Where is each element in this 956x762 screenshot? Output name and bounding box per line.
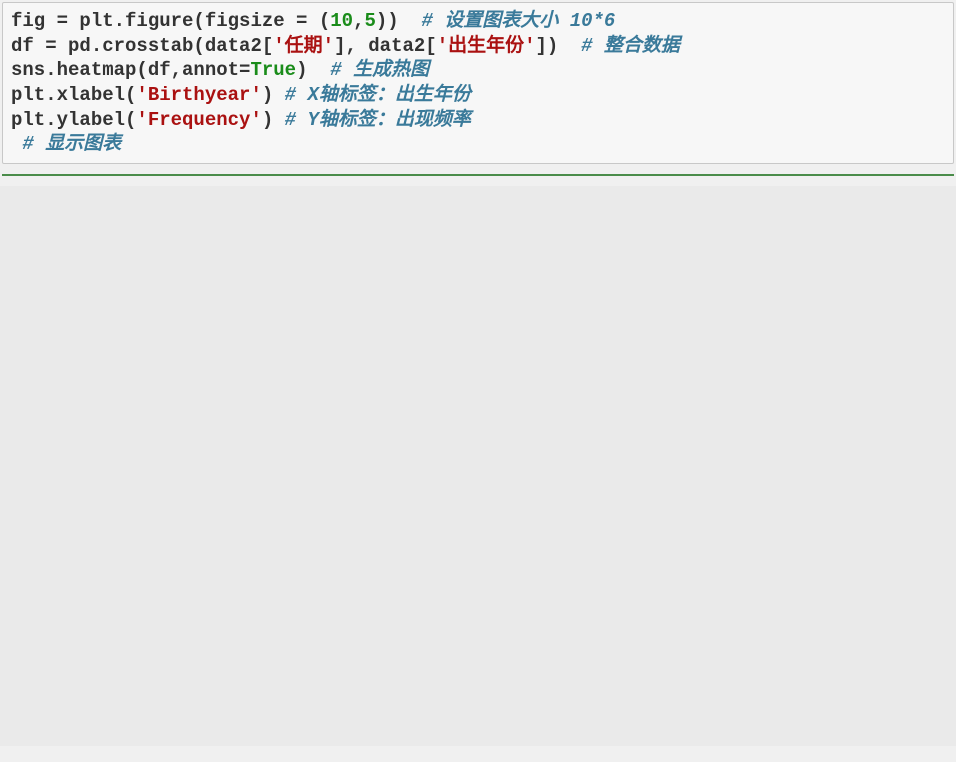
code-line-5: plt.ylabel('Frequency') # Y轴标签：出现频率	[11, 109, 471, 131]
code-line-1: fig = plt.figure(figsize = (10,5)) # 设置图…	[11, 10, 615, 32]
code-cell[interactable]: fig = plt.figure(figsize = (10,5)) # 设置图…	[2, 2, 954, 164]
output-divider	[2, 174, 954, 176]
code-content: fig = plt.figure(figsize = (10,5)) # 设置图…	[11, 9, 945, 157]
code-line-2: df = pd.crosstab(data2['任期'], data2['出生年…	[11, 35, 680, 57]
code-line-6: # 显示图表	[11, 133, 121, 155]
code-line-3: sns.heatmap(df,annot=True) # 生成热图	[11, 59, 429, 81]
output-area	[0, 186, 956, 746]
code-line-4: plt.xlabel('Birthyear') # X轴标签：出生年份	[11, 84, 471, 106]
